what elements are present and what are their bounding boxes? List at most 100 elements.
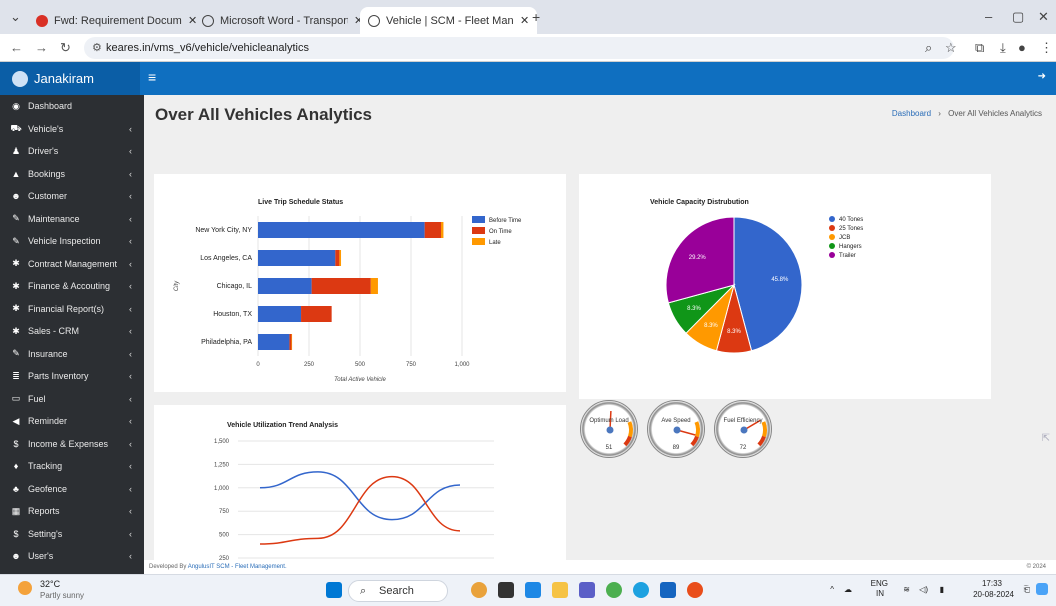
parts-icon: ≣ bbox=[12, 370, 20, 381]
sidebar-item-financial-report-s[interactable]: ✱ Financial Report(s) ‹ bbox=[0, 298, 144, 321]
sidebar-item-reminder[interactable]: ◀ Reminder ‹ bbox=[0, 410, 144, 433]
gauge-optimum-load: Optimum Load 51 bbox=[580, 400, 638, 458]
zoom-icon[interactable]: ⌕ bbox=[925, 40, 932, 56]
x-tick-label: 0 bbox=[256, 362, 260, 368]
dollar-icon: $ bbox=[13, 528, 19, 539]
new-tab-icon[interactable]: + bbox=[532, 9, 540, 25]
sidebar-item-income-expenses[interactable]: $ Income & Expenses ‹ bbox=[0, 433, 144, 456]
wrench-icon: ✎ bbox=[12, 348, 20, 359]
chrome-icon[interactable] bbox=[606, 582, 622, 598]
task-view-icon[interactable] bbox=[498, 582, 514, 598]
battery-icon[interactable]: ▮ bbox=[940, 585, 944, 594]
tab-word[interactable]: Microsoft Word - Transport Or ✕ bbox=[194, 7, 371, 34]
store-icon[interactable] bbox=[525, 582, 541, 598]
slice-label: 29.2% bbox=[689, 255, 707, 261]
user-icon: ☻ bbox=[11, 191, 21, 202]
y-tick-label: 1,250 bbox=[214, 462, 230, 468]
restore-icon[interactable]: ▢ bbox=[1012, 9, 1024, 25]
teams-icon[interactable] bbox=[579, 582, 595, 598]
sidebar-item-driver-s[interactable]: ♟ Driver's ‹ bbox=[0, 140, 144, 163]
forward-icon[interactable]: → bbox=[35, 40, 48, 55]
profile-avatar-icon[interactable]: ● bbox=[1018, 40, 1026, 55]
download-icon[interactable]: ⤓ bbox=[1000, 40, 1006, 56]
windows-start-icon[interactable] bbox=[326, 582, 342, 598]
bar-segment bbox=[289, 334, 292, 350]
sidebar-item-maintenance[interactable]: ✎ Maintenance ‹ bbox=[0, 208, 144, 231]
sidebar-item-geofence[interactable]: ♣ Geofence ‹ bbox=[0, 478, 144, 501]
sidebar-item-parts-inventory[interactable]: ≣ Parts Inventory ‹ bbox=[0, 365, 144, 388]
minimize-icon[interactable]: – bbox=[985, 9, 992, 24]
sidebar-item-setting-s[interactable]: $ Setting's ‹ bbox=[0, 523, 144, 546]
sidebar-item-vehicle-inspection[interactable]: ✎ Vehicle Inspection ‹ bbox=[0, 230, 144, 253]
volume-icon[interactable]: ◁) bbox=[919, 585, 928, 594]
driver-icon: ♟ bbox=[11, 145, 21, 156]
sidebar-item-label: Parts Inventory bbox=[28, 371, 89, 382]
sidebar-item-tracking[interactable]: ♦ Tracking ‹ bbox=[0, 455, 144, 478]
sidebar-item-bookings[interactable]: ▲ Bookings ‹ bbox=[0, 163, 144, 186]
brand[interactable]: Janakiram bbox=[0, 62, 140, 95]
back-icon[interactable]: ← bbox=[10, 40, 23, 55]
edge-icon[interactable] bbox=[633, 582, 649, 598]
sidebar-item-dashboard[interactable]: ◉ Dashboard bbox=[0, 95, 144, 118]
reload-icon[interactable]: ↻ bbox=[60, 40, 71, 56]
menu-dots-icon[interactable]: ⋮ bbox=[1040, 40, 1053, 56]
gauge-band bbox=[627, 421, 633, 438]
file-explorer-icon[interactable] bbox=[552, 582, 568, 598]
copilot-tray-icon[interactable] bbox=[1036, 583, 1048, 595]
sidebar-item-reports[interactable]: ▦ Reports ‹ bbox=[0, 500, 144, 523]
legend-label: On Time bbox=[489, 229, 512, 235]
logout-icon[interactable]: ➜ bbox=[1038, 71, 1046, 82]
clock-time[interactable]: 17:33 bbox=[982, 579, 1002, 588]
tab-vehicle[interactable]: Vehicle | SCM - Fleet Managem ✕ bbox=[360, 7, 538, 34]
hamburger-menu-icon[interactable]: ≡ bbox=[148, 69, 156, 85]
close-icon[interactable]: ✕ bbox=[520, 14, 529, 27]
sidebar-item-user-s[interactable]: ☻ User's ‹ bbox=[0, 545, 144, 568]
sidebar-item-contract-management[interactable]: ✱ Contract Management ‹ bbox=[0, 253, 144, 276]
weather-widget[interactable]: 32°C Partly sunny bbox=[18, 579, 84, 601]
url-input[interactable]: ⚙ keares.in/vms_v6/vehicle/vehicleanalyt… bbox=[84, 37, 954, 59]
app-icon[interactable] bbox=[687, 582, 703, 598]
utilization-line-chart: Vehicle Utilization Trend Analysis 1,500 1… bbox=[214, 422, 494, 562]
sidebar-item-insurance[interactable]: ✎ Insurance ‹ bbox=[0, 343, 144, 366]
tab-search-icon[interactable]: ⌄ bbox=[10, 9, 21, 25]
sidebar-item-label: Geofence bbox=[28, 483, 68, 494]
sidebar-item-fuel[interactable]: ▭ Fuel ‹ bbox=[0, 388, 144, 411]
footer-dev-link[interactable]: AngulusIT SCM - Fleet Management. bbox=[188, 564, 287, 570]
tray-chevron-icon[interactable]: ^ bbox=[830, 585, 834, 594]
calendar-app-icon[interactable] bbox=[660, 582, 676, 598]
wrench-icon: ✎ bbox=[12, 213, 20, 224]
legend-swatch bbox=[829, 216, 835, 222]
gauge-hub bbox=[673, 426, 681, 434]
wifi-icon[interactable]: ≋ bbox=[903, 585, 910, 594]
sidebar-item-sales-crm[interactable]: ✱ Sales - CRM ‹ bbox=[0, 320, 144, 343]
legend-swatch bbox=[472, 238, 485, 245]
gauge-hub bbox=[606, 426, 614, 434]
scroll-to-top-icon[interactable]: ⇱ bbox=[1042, 433, 1050, 444]
site-info-icon[interactable]: ⚙ bbox=[92, 37, 102, 59]
bookmark-star-icon[interactable]: ☆ bbox=[945, 40, 957, 56]
lang-indicator[interactable]: ENG bbox=[871, 579, 888, 588]
sidebar-item-finance-accouting[interactable]: ✱ Finance & Accouting ‹ bbox=[0, 275, 144, 298]
cog-icon: ✱ bbox=[12, 325, 20, 336]
cloud-icon[interactable]: ☁ bbox=[844, 585, 852, 594]
breadcrumb-home-link[interactable]: Dashboard bbox=[892, 109, 931, 118]
y-axis-label: City bbox=[174, 280, 180, 291]
sidebar-item-label: Dashboard bbox=[28, 101, 73, 112]
clock-date[interactable]: 20-08-2024 bbox=[973, 590, 1014, 599]
tab-gmail[interactable]: Fwd: Requirement Document - ✕ bbox=[28, 7, 205, 34]
sidebar-item-vehicle-s[interactable]: ⛟ Vehicle's ‹ bbox=[0, 118, 144, 141]
x-tick-label: 250 bbox=[304, 362, 315, 368]
copilot-icon[interactable] bbox=[471, 582, 487, 598]
weather-temp: 32°C bbox=[40, 579, 61, 589]
extensions-icon[interactable]: ⧉ bbox=[975, 40, 984, 56]
footer: Developed By AngulusIT SCM - Fleet Manag… bbox=[144, 560, 1056, 574]
notification-icon[interactable]: ⎗ bbox=[1024, 585, 1030, 595]
sidebar-item-label: Insurance bbox=[28, 348, 68, 359]
window-close-icon[interactable]: ✕ bbox=[1038, 9, 1049, 25]
cog-icon: ✱ bbox=[12, 258, 20, 269]
region-indicator: IN bbox=[876, 589, 884, 598]
x-tick-label: 500 bbox=[355, 362, 366, 368]
sidebar-item-customer[interactable]: ☻ Customer ‹ bbox=[0, 185, 144, 208]
taskbar-search[interactable]: ⌕ Search bbox=[348, 580, 448, 602]
sidebar-item-label: Setting's bbox=[28, 528, 63, 539]
